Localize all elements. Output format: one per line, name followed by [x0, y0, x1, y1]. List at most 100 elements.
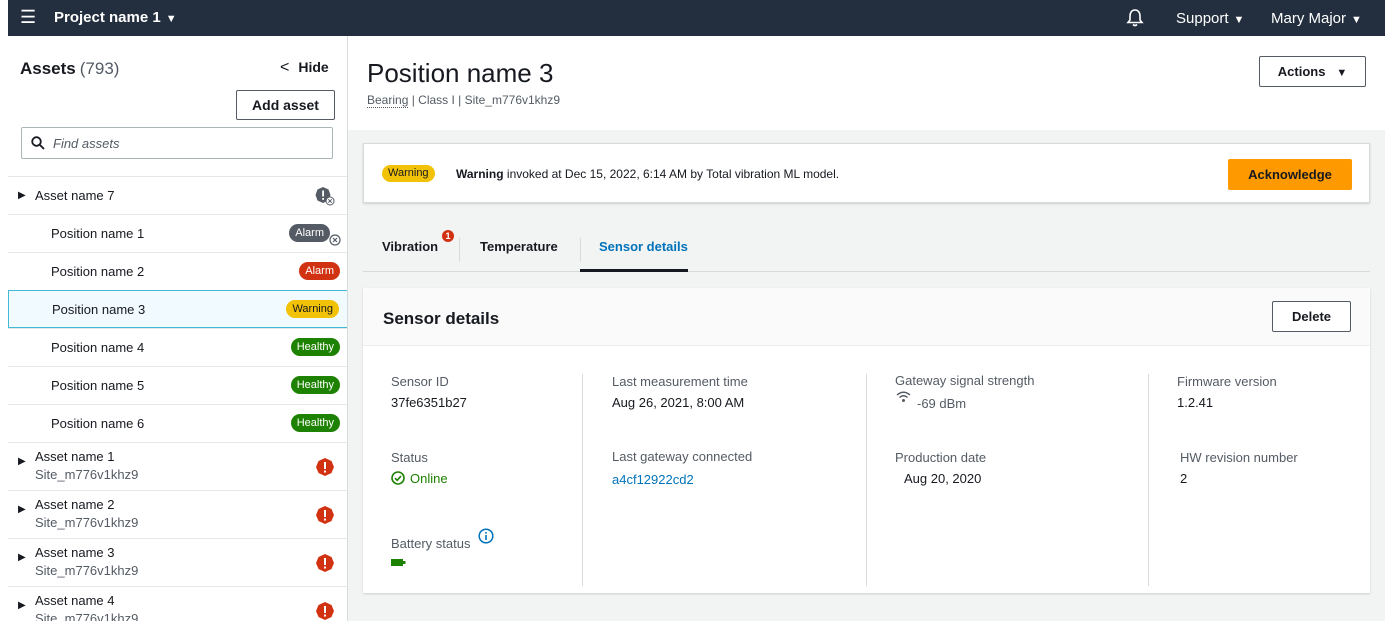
tab-vibration[interactable]: Vibration	[382, 239, 438, 254]
critical-alert-icon	[316, 554, 334, 572]
column-divider	[582, 374, 583, 586]
critical-alert-icon	[316, 458, 334, 476]
detail-tabs: Vibration 1 Temperature Sensor details	[363, 226, 1370, 272]
healthy-badge: Healthy	[290, 376, 340, 394]
alarm-badge: Alarm	[299, 262, 340, 280]
asset-site: Site_m776v1khz9	[35, 563, 139, 578]
asset-row[interactable]: ▶ Asset name 4 Site_m776v1khz9	[8, 586, 347, 621]
asset-row[interactable]: ▶ Asset name 1 Site_m776v1khz9	[8, 442, 347, 490]
page-header: Position name 3 Bearing | Class I | Site…	[348, 36, 1385, 130]
hw-revision-value: 2	[1180, 471, 1188, 486]
alert-message-text: invoked at Dec 15, 2022, 6:14 AM by Tota…	[503, 167, 840, 181]
tab-divider	[580, 238, 581, 262]
panel-header: Sensor details Delete	[363, 288, 1370, 346]
alarm-badge: Alarm	[289, 224, 330, 242]
tab-divider	[459, 238, 460, 262]
active-tab-indicator	[580, 269, 688, 272]
user-name: Mary Major	[1271, 10, 1347, 27]
asset-site: Site_m776v1khz9	[35, 467, 139, 482]
warning-alert: Warning Warning invoked at Dec 15, 2022,…	[363, 143, 1370, 203]
panel-title: Sensor details	[383, 309, 500, 328]
gateway-signal-label: Gateway signal strength	[895, 373, 1035, 388]
asset-site: Site_m776v1khz9	[35, 611, 139, 621]
project-selector[interactable]: Project name 1 ▼	[54, 9, 177, 26]
assets-sidebar: Assets(793) < Hide Add asset ▶ Asset name…	[8, 36, 348, 621]
add-asset-button[interactable]: Add asset	[236, 90, 335, 120]
caret-down-icon: ▼	[1351, 14, 1362, 26]
user-menu[interactable]: Mary Major ▼	[1271, 10, 1362, 27]
breadcrumb: Bearing | Class I | Site_m776v1khz9	[367, 93, 561, 108]
sensor-id-value: 37fe6351b27	[391, 395, 467, 410]
asset-name: Asset name 4	[35, 593, 115, 608]
asset-type-link[interactable]: Bearing	[367, 93, 409, 108]
production-date-value: Aug 20, 2020	[904, 471, 982, 486]
assets-count: (793)	[79, 59, 120, 78]
critical-alert-icon	[316, 506, 334, 524]
position-name: Position name 4	[51, 340, 145, 355]
actions-dropdown-button[interactable]: Actions ▼	[1259, 56, 1366, 87]
healthy-badge: Healthy	[290, 338, 340, 356]
asset-row[interactable]: ▶ Asset name 3 Site_m776v1khz9	[8, 538, 347, 586]
expand-triangle-icon[interactable]: ▶	[18, 190, 26, 201]
tab-sensor-details[interactable]: Sensor details	[599, 239, 688, 254]
asset-row[interactable]: ▶ Asset name 2 Site_m776v1khz9	[8, 490, 347, 538]
asset-row[interactable]: ▶ Asset name 7	[8, 176, 347, 214]
asset-tree: ▶ Asset name 7 Position name 1 Alarm Pos…	[8, 176, 347, 621]
healthy-badge: Healthy	[290, 414, 340, 432]
vibration-notification-count: 1	[442, 230, 454, 242]
position-row[interactable]: Position name 4 Healthy	[8, 328, 347, 366]
support-menu[interactable]: Support ▼	[1176, 10, 1244, 27]
position-row[interactable]: Position name 6 Healthy	[8, 404, 347, 442]
hw-revision-label: HW revision number	[1180, 450, 1298, 465]
last-gateway-label: Last gateway connected	[612, 449, 753, 464]
asset-site: Site_m776v1khz9	[35, 515, 139, 530]
expand-triangle-icon[interactable]: ▶	[18, 552, 26, 563]
main-content: Position name 3 Bearing | Class I | Site…	[348, 36, 1385, 621]
position-name: Position name 5	[51, 378, 145, 393]
gateway-signal-value: -69 dBm	[917, 396, 967, 411]
position-name: Position name 3	[52, 302, 146, 317]
battery-icon	[391, 559, 406, 566]
page-title: Position name 3	[367, 58, 554, 88]
asset-name: Asset name 2	[35, 497, 115, 512]
warning-badge: Warning	[286, 300, 339, 318]
info-icon[interactable]	[478, 528, 494, 544]
expand-triangle-icon[interactable]: ▶	[18, 456, 26, 467]
firmware-value: 1.2.41	[1177, 395, 1214, 410]
hide-label: Hide	[298, 59, 329, 75]
caret-down-icon: ▼	[1336, 67, 1348, 79]
hamburger-menu-icon[interactable]: ☰	[20, 6, 36, 28]
top-navigation-bar: ☰ Project name 1 ▼ Support ▼ Mary Major ▼	[8, 0, 1385, 36]
actions-label: Actions	[1277, 64, 1326, 79]
alert-x-icon	[315, 187, 335, 206]
breadcrumb-rest: | Class I | Site_m776v1khz9	[408, 93, 561, 107]
alert-message: Warning invoked at Dec 15, 2022, 6:14 AM…	[456, 167, 839, 181]
expand-triangle-icon[interactable]: ▶	[18, 504, 26, 515]
caret-down-icon: ▼	[1233, 14, 1245, 26]
tab-temperature[interactable]: Temperature	[480, 239, 558, 254]
position-row[interactable]: Position name 5 Healthy	[8, 366, 347, 404]
acknowledge-button[interactable]: Acknowledge	[1228, 159, 1352, 190]
status-value: Online	[410, 471, 448, 486]
support-label: Support	[1176, 10, 1229, 27]
project-name: Project name 1	[54, 9, 161, 26]
position-name: Position name 6	[51, 416, 145, 431]
firmware-label: Firmware version	[1177, 374, 1277, 389]
last-gateway-link[interactable]: a4cf12922cd2	[612, 472, 694, 487]
search-input[interactable]	[53, 133, 323, 153]
expand-triangle-icon[interactable]: ▶	[18, 600, 26, 611]
position-row-selected[interactable]: Position name 3 Warning	[8, 290, 347, 328]
warning-badge: Warning	[382, 165, 435, 182]
assets-title: Assets (793)	[20, 59, 119, 79]
notifications-bell-icon[interactable]	[1125, 8, 1145, 28]
column-divider	[866, 374, 867, 586]
search-icon	[31, 136, 45, 150]
position-row[interactable]: Position name 1 Alarm	[8, 214, 347, 252]
position-row[interactable]: Position name 2 Alarm	[8, 252, 347, 290]
wifi-signal-icon	[896, 391, 911, 402]
search-box[interactable]	[21, 127, 333, 159]
assets-title-text: Assets	[20, 59, 76, 78]
dismissed-x-icon	[329, 234, 341, 246]
delete-button[interactable]: Delete	[1272, 301, 1351, 332]
hide-sidebar-button[interactable]: < Hide	[280, 59, 329, 77]
